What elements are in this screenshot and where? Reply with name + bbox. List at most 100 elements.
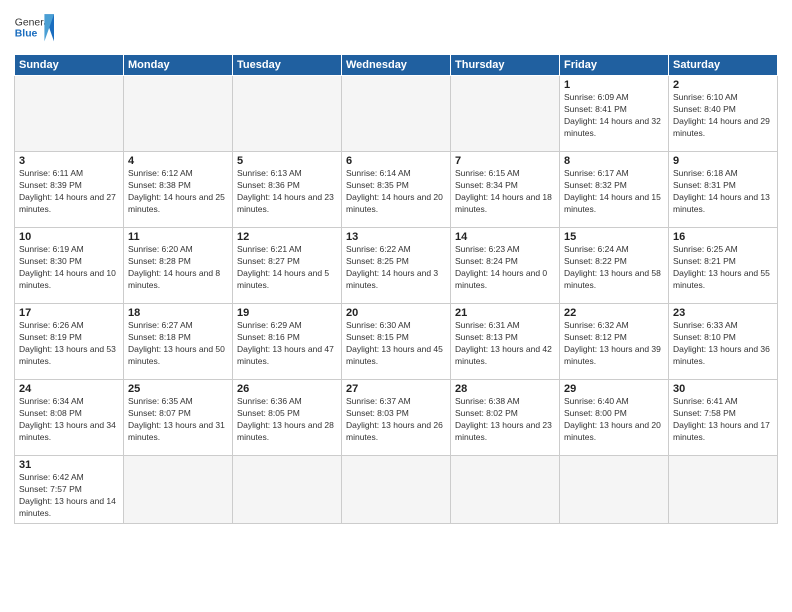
calendar-week-row: 3Sunrise: 6:11 AM Sunset: 8:39 PM Daylig… — [15, 152, 778, 228]
calendar-cell: 29Sunrise: 6:40 AM Sunset: 8:00 PM Dayli… — [560, 380, 669, 456]
day-number: 5 — [237, 155, 337, 167]
calendar-cell: 21Sunrise: 6:31 AM Sunset: 8:13 PM Dayli… — [451, 304, 560, 380]
day-info: Sunrise: 6:09 AM Sunset: 8:41 PM Dayligh… — [564, 92, 664, 140]
day-info: Sunrise: 6:20 AM Sunset: 8:28 PM Dayligh… — [128, 244, 228, 292]
calendar-cell: 11Sunrise: 6:20 AM Sunset: 8:28 PM Dayli… — [124, 228, 233, 304]
calendar-week-row: 31Sunrise: 6:42 AM Sunset: 7:57 PM Dayli… — [15, 456, 778, 524]
calendar-cell: 7Sunrise: 6:15 AM Sunset: 8:34 PM Daylig… — [451, 152, 560, 228]
page-header: General Blue — [14, 10, 778, 48]
calendar-cell: 6Sunrise: 6:14 AM Sunset: 8:35 PM Daylig… — [342, 152, 451, 228]
day-info: Sunrise: 6:37 AM Sunset: 8:03 PM Dayligh… — [346, 396, 446, 444]
weekday-header: Wednesday — [342, 55, 451, 76]
calendar-cell: 2Sunrise: 6:10 AM Sunset: 8:40 PM Daylig… — [669, 76, 778, 152]
calendar-cell — [124, 456, 233, 524]
day-info: Sunrise: 6:29 AM Sunset: 8:16 PM Dayligh… — [237, 320, 337, 368]
calendar-cell: 24Sunrise: 6:34 AM Sunset: 8:08 PM Dayli… — [15, 380, 124, 456]
day-info: Sunrise: 6:24 AM Sunset: 8:22 PM Dayligh… — [564, 244, 664, 292]
day-number: 27 — [346, 383, 446, 395]
calendar-page: General Blue SundayMondayTuesdayWednesda… — [0, 0, 792, 612]
calendar-table: SundayMondayTuesdayWednesdayThursdayFrid… — [14, 54, 778, 524]
day-info: Sunrise: 6:26 AM Sunset: 8:19 PM Dayligh… — [19, 320, 119, 368]
day-info: Sunrise: 6:31 AM Sunset: 8:13 PM Dayligh… — [455, 320, 555, 368]
day-number: 31 — [19, 459, 119, 471]
calendar-week-row: 17Sunrise: 6:26 AM Sunset: 8:19 PM Dayli… — [15, 304, 778, 380]
calendar-cell — [451, 76, 560, 152]
day-number: 18 — [128, 307, 228, 319]
calendar-cell: 14Sunrise: 6:23 AM Sunset: 8:24 PM Dayli… — [451, 228, 560, 304]
day-number: 1 — [564, 79, 664, 91]
day-number: 2 — [673, 79, 773, 91]
day-info: Sunrise: 6:30 AM Sunset: 8:15 PM Dayligh… — [346, 320, 446, 368]
weekday-header: Monday — [124, 55, 233, 76]
weekday-header-row: SundayMondayTuesdayWednesdayThursdayFrid… — [15, 55, 778, 76]
calendar-cell: 9Sunrise: 6:18 AM Sunset: 8:31 PM Daylig… — [669, 152, 778, 228]
calendar-cell — [15, 76, 124, 152]
calendar-cell: 5Sunrise: 6:13 AM Sunset: 8:36 PM Daylig… — [233, 152, 342, 228]
day-number: 9 — [673, 155, 773, 167]
calendar-cell: 17Sunrise: 6:26 AM Sunset: 8:19 PM Dayli… — [15, 304, 124, 380]
day-info: Sunrise: 6:19 AM Sunset: 8:30 PM Dayligh… — [19, 244, 119, 292]
day-number: 29 — [564, 383, 664, 395]
calendar-cell: 19Sunrise: 6:29 AM Sunset: 8:16 PM Dayli… — [233, 304, 342, 380]
calendar-cell: 23Sunrise: 6:33 AM Sunset: 8:10 PM Dayli… — [669, 304, 778, 380]
calendar-cell: 18Sunrise: 6:27 AM Sunset: 8:18 PM Dayli… — [124, 304, 233, 380]
day-info: Sunrise: 6:23 AM Sunset: 8:24 PM Dayligh… — [455, 244, 555, 292]
day-number: 23 — [673, 307, 773, 319]
day-info: Sunrise: 6:25 AM Sunset: 8:21 PM Dayligh… — [673, 244, 773, 292]
day-number: 7 — [455, 155, 555, 167]
calendar-cell: 27Sunrise: 6:37 AM Sunset: 8:03 PM Dayli… — [342, 380, 451, 456]
day-number: 21 — [455, 307, 555, 319]
day-number: 25 — [128, 383, 228, 395]
weekday-header: Thursday — [451, 55, 560, 76]
day-info: Sunrise: 6:11 AM Sunset: 8:39 PM Dayligh… — [19, 168, 119, 216]
calendar-cell — [342, 456, 451, 524]
day-info: Sunrise: 6:12 AM Sunset: 8:38 PM Dayligh… — [128, 168, 228, 216]
day-info: Sunrise: 6:33 AM Sunset: 8:10 PM Dayligh… — [673, 320, 773, 368]
calendar-cell: 1Sunrise: 6:09 AM Sunset: 8:41 PM Daylig… — [560, 76, 669, 152]
day-number: 6 — [346, 155, 446, 167]
day-info: Sunrise: 6:36 AM Sunset: 8:05 PM Dayligh… — [237, 396, 337, 444]
svg-text:Blue: Blue — [15, 29, 38, 40]
calendar-week-row: 1Sunrise: 6:09 AM Sunset: 8:41 PM Daylig… — [15, 76, 778, 152]
day-number: 3 — [19, 155, 119, 167]
calendar-cell — [233, 456, 342, 524]
calendar-cell: 12Sunrise: 6:21 AM Sunset: 8:27 PM Dayli… — [233, 228, 342, 304]
day-info: Sunrise: 6:15 AM Sunset: 8:34 PM Dayligh… — [455, 168, 555, 216]
logo: General Blue — [14, 10, 54, 48]
day-number: 28 — [455, 383, 555, 395]
day-info: Sunrise: 6:10 AM Sunset: 8:40 PM Dayligh… — [673, 92, 773, 140]
day-info: Sunrise: 6:38 AM Sunset: 8:02 PM Dayligh… — [455, 396, 555, 444]
calendar-cell: 10Sunrise: 6:19 AM Sunset: 8:30 PM Dayli… — [15, 228, 124, 304]
day-info: Sunrise: 6:17 AM Sunset: 8:32 PM Dayligh… — [564, 168, 664, 216]
calendar-cell — [560, 456, 669, 524]
day-info: Sunrise: 6:34 AM Sunset: 8:08 PM Dayligh… — [19, 396, 119, 444]
calendar-week-row: 10Sunrise: 6:19 AM Sunset: 8:30 PM Dayli… — [15, 228, 778, 304]
day-number: 17 — [19, 307, 119, 319]
day-number: 11 — [128, 231, 228, 243]
day-number: 14 — [455, 231, 555, 243]
calendar-cell: 3Sunrise: 6:11 AM Sunset: 8:39 PM Daylig… — [15, 152, 124, 228]
calendar-cell — [451, 456, 560, 524]
calendar-cell: 20Sunrise: 6:30 AM Sunset: 8:15 PM Dayli… — [342, 304, 451, 380]
day-number: 20 — [346, 307, 446, 319]
day-number: 10 — [19, 231, 119, 243]
day-info: Sunrise: 6:18 AM Sunset: 8:31 PM Dayligh… — [673, 168, 773, 216]
day-info: Sunrise: 6:41 AM Sunset: 7:58 PM Dayligh… — [673, 396, 773, 444]
calendar-cell: 16Sunrise: 6:25 AM Sunset: 8:21 PM Dayli… — [669, 228, 778, 304]
day-number: 16 — [673, 231, 773, 243]
day-number: 15 — [564, 231, 664, 243]
calendar-cell: 22Sunrise: 6:32 AM Sunset: 8:12 PM Dayli… — [560, 304, 669, 380]
day-info: Sunrise: 6:40 AM Sunset: 8:00 PM Dayligh… — [564, 396, 664, 444]
calendar-cell: 31Sunrise: 6:42 AM Sunset: 7:57 PM Dayli… — [15, 456, 124, 524]
day-number: 4 — [128, 155, 228, 167]
calendar-cell: 28Sunrise: 6:38 AM Sunset: 8:02 PM Dayli… — [451, 380, 560, 456]
calendar-cell — [233, 76, 342, 152]
weekday-header: Tuesday — [233, 55, 342, 76]
day-info: Sunrise: 6:14 AM Sunset: 8:35 PM Dayligh… — [346, 168, 446, 216]
calendar-cell: 30Sunrise: 6:41 AM Sunset: 7:58 PM Dayli… — [669, 380, 778, 456]
day-number: 30 — [673, 383, 773, 395]
weekday-header: Sunday — [15, 55, 124, 76]
day-number: 8 — [564, 155, 664, 167]
day-info: Sunrise: 6:27 AM Sunset: 8:18 PM Dayligh… — [128, 320, 228, 368]
day-info: Sunrise: 6:35 AM Sunset: 8:07 PM Dayligh… — [128, 396, 228, 444]
